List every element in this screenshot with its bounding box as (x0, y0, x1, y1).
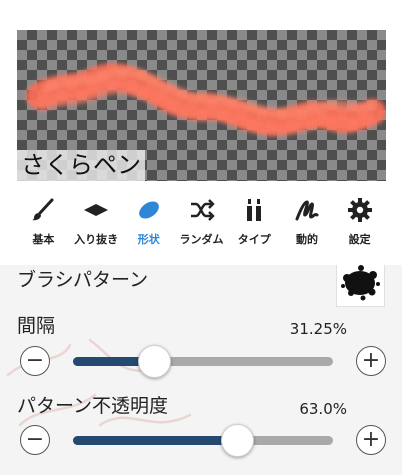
paint-tubes-icon (241, 197, 267, 223)
diamond-icon (83, 197, 109, 223)
shape-settings-panel: ブラシパターン 間隔 31.25% − + パターン不透明度 63.0% − + (0, 265, 402, 475)
tab-entry-exit[interactable]: 入り抜き (70, 191, 123, 251)
brush-pattern-thumbnail[interactable] (336, 265, 385, 307)
tab-label: ランダム (179, 233, 224, 246)
splatter-pattern-icon (341, 265, 380, 301)
shuffle-icon (189, 197, 215, 223)
brush-editor-header: さくらペン 基本 入り抜き 形状 ランダム タイプ 動的 設定 (0, 0, 402, 265)
tab-label: 形状 (137, 233, 160, 246)
tab-dynamics[interactable]: 動的 (281, 191, 334, 251)
scribble-icon (294, 197, 320, 223)
tab-label: 入り抜き (74, 233, 119, 246)
brush-stroke-preview: さくらペン (17, 30, 386, 181)
tab-type[interactable]: タイプ (228, 191, 281, 251)
spacing-value: 31.25% (289, 320, 347, 338)
ellipse-icon (136, 197, 162, 223)
brush-settings-tabs: 基本 入り抜き 形状 ランダム タイプ 動的 設定 (17, 191, 386, 251)
tab-random[interactable]: ランダム (175, 191, 228, 251)
tab-label: 動的 (295, 233, 318, 246)
pattern-opacity-slider-thumb[interactable] (220, 424, 254, 457)
tab-settings[interactable]: 設定 (333, 191, 386, 251)
brush-name-label: さくらペン (17, 150, 145, 181)
tab-label: 基本 (32, 233, 55, 246)
pattern-opacity-slider-fill (73, 436, 237, 445)
spacing-label: 間隔 (17, 315, 56, 337)
pattern-opacity-slider[interactable] (73, 424, 333, 457)
spacing-slider-thumb[interactable] (138, 345, 172, 378)
tab-label: 設定 (348, 233, 371, 246)
tab-shape[interactable]: 形状 (122, 191, 175, 251)
pattern-opacity-decrease-button[interactable]: − (20, 425, 50, 455)
gear-icon (347, 197, 373, 223)
spacing-increase-button[interactable]: + (356, 346, 386, 376)
spacing-slider[interactable] (73, 345, 333, 378)
tab-basic[interactable]: 基本 (17, 191, 70, 251)
pattern-opacity-increase-button[interactable]: + (356, 425, 386, 455)
spacing-decrease-button[interactable]: − (20, 346, 50, 376)
tab-label: タイプ (237, 233, 271, 246)
pattern-opacity-value: 63.0% (299, 400, 347, 418)
brush-icon (30, 197, 56, 223)
brush-pattern-label: ブラシパターン (17, 269, 149, 291)
pattern-opacity-label: パターン不透明度 (17, 395, 169, 417)
